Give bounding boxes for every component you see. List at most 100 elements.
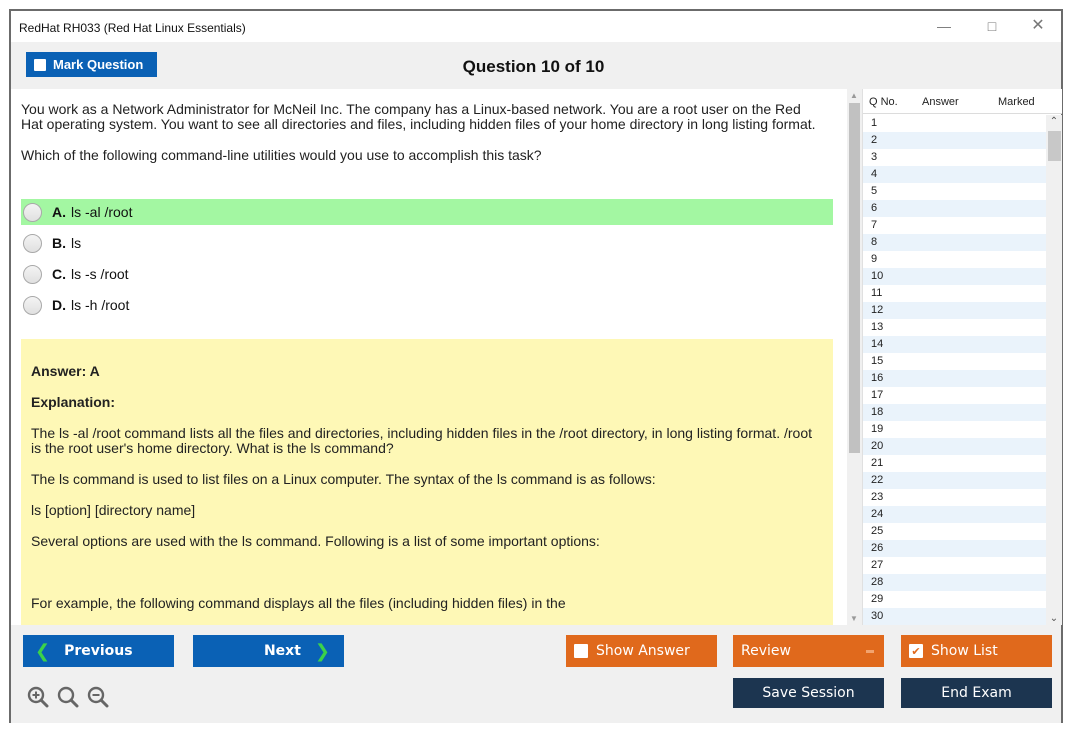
question-list-header: Q No. Answer Marked — [863, 89, 1062, 114]
bottom-toolbar: ❮ Previous Next ❯ Show Answer Review ✔ S… — [11, 625, 1061, 723]
explanation-paragraph: ls [option] [directory name] — [31, 502, 196, 518]
end-exam-button[interactable]: End Exam — [901, 678, 1052, 708]
window-title: RedHat RH033 (Red Hat Linux Essentials) — [19, 21, 246, 35]
next-label: Next — [263, 643, 301, 659]
question-list-row[interactable]: 11 — [863, 285, 1046, 302]
question-list-row[interactable]: 26 — [863, 540, 1046, 557]
explanation-gap — [31, 565, 823, 596]
option-c[interactable]: C. ls -s /root — [21, 261, 833, 287]
chevron-down-icon[interactable]: ⌄ — [1046, 613, 1062, 624]
option-letter: B. — [52, 235, 66, 251]
question-list-row[interactable]: 18 — [863, 404, 1046, 421]
radio-button[interactable] — [23, 233, 42, 253]
show-answer-toggle[interactable]: Show Answer — [566, 635, 717, 667]
explanation-paragraph: The ls command is used to list files on … — [31, 471, 656, 487]
radio-button[interactable] — [23, 264, 42, 284]
question-list-row[interactable]: 16 — [863, 370, 1046, 387]
mark-question-label: Mark Question — [53, 57, 144, 72]
question-list-row[interactable]: 5 — [863, 183, 1046, 200]
question-list-row[interactable]: 28 — [863, 574, 1046, 591]
question-pane: You work as a Network Administrator for … — [11, 89, 847, 625]
question-list-row[interactable]: 14 — [863, 336, 1046, 353]
end-exam-label: End Exam — [941, 685, 1012, 701]
scrollbar-thumb[interactable] — [1048, 131, 1061, 161]
scroll-up-icon[interactable]: ▲ — [847, 91, 861, 100]
scrollbar-thumb[interactable] — [849, 103, 860, 453]
zoom-in-icon[interactable] — [27, 686, 49, 708]
close-button[interactable]: ✕ — [1023, 15, 1053, 37]
option-d[interactable]: D. ls -h /root — [21, 292, 833, 318]
chevron-up-icon[interactable]: ⌃ — [1046, 116, 1062, 127]
option-letter: A. — [52, 204, 66, 220]
column-header-qno[interactable]: Q No. — [869, 96, 898, 108]
question-list-row[interactable]: 1 — [863, 115, 1046, 132]
option-b[interactable]: B. ls — [21, 230, 833, 256]
question-list-row[interactable]: 3 — [863, 149, 1046, 166]
question-list-row[interactable]: 15 — [863, 353, 1046, 370]
question-counter: Question 10 of 10 — [462, 57, 605, 76]
minimize-button[interactable]: — — [929, 15, 959, 37]
question-text: You work as a Network Administrator for … — [21, 102, 821, 179]
zoom-out-icon[interactable] — [87, 686, 109, 708]
option-text: ls — [71, 235, 82, 251]
question-list-row[interactable]: 7 — [863, 217, 1046, 234]
question-list-row[interactable]: 24 — [863, 506, 1046, 523]
question-list-panel: Q No. Answer Marked 1 2 3 4 5 6 7 8 9 10 11 12 13 14 1… — [862, 89, 1062, 625]
checkbox-checked-icon[interactable]: ✔ — [909, 644, 923, 658]
question-prompt: Which of the following command-line util… — [21, 147, 542, 163]
column-header-answer[interactable]: Answer — [922, 96, 959, 108]
radio-button[interactable] — [23, 295, 42, 315]
question-list-row[interactable]: 23 — [863, 489, 1046, 506]
app-window: RedHat RH033 (Red Hat Linux Essentials) … — [9, 9, 1063, 723]
scroll-down-icon[interactable]: ▼ — [847, 614, 861, 623]
maximize-button[interactable]: □ — [977, 15, 1007, 37]
radio-button[interactable] — [23, 202, 42, 222]
question-list-row[interactable]: 13 — [863, 319, 1046, 336]
question-list-row[interactable]: 27 — [863, 557, 1046, 574]
question-list-scrollbar[interactable]: ⌃ ⌄ — [1046, 115, 1062, 625]
explanation-paragraph: For example, the following command displ… — [31, 595, 566, 611]
question-list-row[interactable]: 4 — [863, 166, 1046, 183]
title-bar: RedHat RH033 (Red Hat Linux Essentials) … — [11, 11, 1061, 42]
answer-explanation-panel: Answer: A Explanation: The ls -al /root … — [21, 339, 833, 625]
question-list-row[interactable]: 6 — [863, 200, 1046, 217]
mark-question-checkbox-icon — [34, 58, 46, 71]
column-header-marked[interactable]: Marked — [998, 96, 1035, 108]
save-session-button[interactable]: Save Session — [733, 678, 884, 708]
chevron-left-icon: ❮ — [35, 640, 51, 662]
option-a[interactable]: A. ls -al /root — [21, 199, 833, 225]
question-list-row[interactable]: 10 — [863, 268, 1046, 285]
previous-label: Previous — [64, 643, 133, 659]
question-list-row[interactable]: 21 — [863, 455, 1046, 472]
zoom-reset-icon[interactable] — [57, 686, 79, 708]
mark-question-button[interactable]: Mark Question — [26, 52, 157, 77]
question-pane-scrollbar[interactable]: ▲ ▼ — [847, 89, 861, 625]
question-list-row[interactable]: 29 — [863, 591, 1046, 608]
explanation-heading: Explanation: — [31, 394, 116, 410]
question-list-row[interactable]: 25 — [863, 523, 1046, 540]
question-list-row[interactable]: 8 — [863, 234, 1046, 251]
question-list-row[interactable]: 19 — [863, 421, 1046, 438]
checkbox-unchecked-icon[interactable] — [574, 644, 588, 658]
question-list-row[interactable]: 2 — [863, 132, 1046, 149]
review-dropdown[interactable]: Review — [733, 635, 884, 667]
previous-button[interactable]: ❮ Previous — [23, 635, 174, 667]
explanation-paragraph: Several options are used with the ls com… — [31, 533, 600, 549]
review-label: Review — [741, 643, 791, 659]
option-letter: C. — [52, 266, 66, 282]
question-list-row[interactable]: 22 — [863, 472, 1046, 489]
show-answer-label: Show Answer — [596, 643, 690, 659]
chevron-right-icon: ❯ — [314, 640, 330, 662]
explanation-paragraph: The ls -al /root command lists all the f… — [31, 425, 812, 456]
question-list-row[interactable]: 30 — [863, 608, 1046, 625]
option-text: ls -s /root — [71, 266, 129, 282]
dropdown-arrow-icon — [866, 649, 874, 653]
next-button[interactable]: Next ❯ — [193, 635, 344, 667]
question-list-row[interactable]: 20 — [863, 438, 1046, 455]
question-list-row[interactable]: 9 — [863, 251, 1046, 268]
show-list-toggle[interactable]: ✔ Show List — [901, 635, 1052, 667]
top-toolbar: Mark Question Question 10 of 10 — [11, 42, 1061, 89]
question-list-row[interactable]: 12 — [863, 302, 1046, 319]
question-list-row[interactable]: 17 — [863, 387, 1046, 404]
option-text: ls -al /root — [71, 204, 133, 220]
